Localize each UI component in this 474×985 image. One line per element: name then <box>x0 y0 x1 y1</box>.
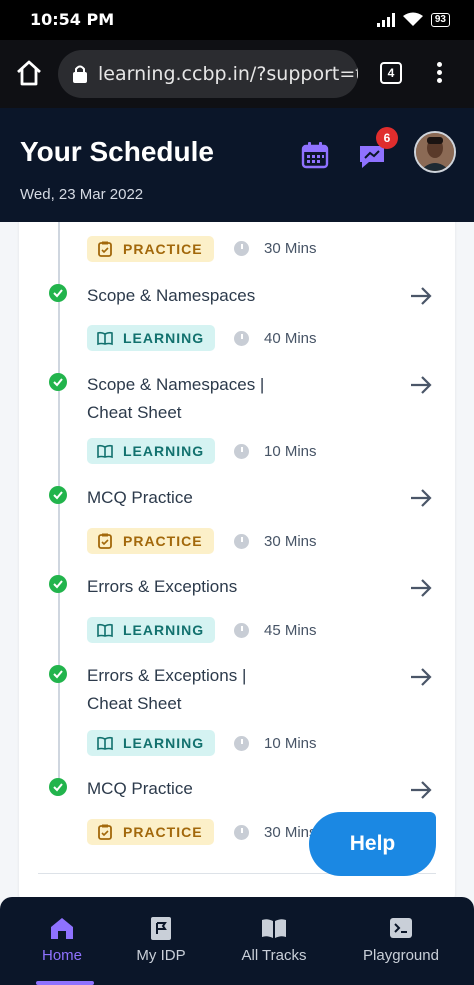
clock-icon <box>234 623 249 638</box>
book-icon <box>97 623 113 638</box>
duration: 45 Mins <box>234 622 317 639</box>
tag-practice: PRACTICE <box>87 528 214 554</box>
completed-check-icon <box>49 284 67 302</box>
signal-icon <box>376 12 395 27</box>
bottom-nav: Home My IDP All Tracks Playground <box>0 897 474 985</box>
completed-check-icon <box>49 778 67 796</box>
item-title[interactable]: Errors & Exceptions | Cheat Sheet <box>87 662 287 718</box>
arrow-right-icon[interactable] <box>409 286 433 306</box>
item-title[interactable]: Scope & Namespaces <box>87 282 287 310</box>
item-title[interactable]: Scope & Namespaces | Cheat Sheet <box>87 371 287 427</box>
status-time: 10:54 PM <box>30 10 115 29</box>
calendar-icon[interactable] <box>301 141 329 169</box>
duration: 10 Mins <box>234 443 317 460</box>
tag-learning: LEARNING <box>87 438 215 464</box>
clock-icon <box>234 736 249 751</box>
duration: 30 Mins <box>234 533 317 550</box>
item-title[interactable]: Errors & Exceptions <box>87 573 287 601</box>
schedule-date: Wed, 23 Mar 2022 <box>20 186 144 203</box>
status-bar: 10:54 PM 93 <box>0 0 474 40</box>
completed-check-icon <box>49 665 67 683</box>
tag-practice: PRACTICE <box>87 819 214 845</box>
arrow-right-icon[interactable] <box>409 375 433 395</box>
home-icon <box>51 918 73 939</box>
browser-menu-icon[interactable] <box>432 60 446 86</box>
home-browser-icon[interactable] <box>14 58 44 88</box>
clock-icon <box>234 444 249 459</box>
book-icon <box>262 919 286 938</box>
tag-learning: LEARNING <box>87 730 215 756</box>
arrow-right-icon[interactable] <box>409 667 433 687</box>
wifi-icon <box>402 12 423 26</box>
status-icons: 93 <box>376 12 450 27</box>
book-icon <box>97 331 113 346</box>
notification-badge: 6 <box>376 127 398 149</box>
item-title[interactable]: MCQ Practice <box>87 484 287 512</box>
item-title[interactable]: MCQ Practice <box>87 775 287 803</box>
arrow-right-icon[interactable] <box>409 780 433 800</box>
battery-level: 93 <box>430 12 450 27</box>
arrow-right-icon[interactable] <box>409 488 433 508</box>
clipboard-icon <box>98 824 112 840</box>
browser-toolbar: learning.ccbp.in/?support=t 4 <box>0 40 474 108</box>
completed-check-icon <box>49 486 67 504</box>
completed-check-icon <box>49 575 67 593</box>
book-icon <box>97 444 113 459</box>
help-button[interactable]: Help <box>309 812 436 876</box>
clipboard-icon <box>98 533 112 549</box>
duration: 10 Mins <box>234 735 317 752</box>
terminal-icon <box>390 918 412 938</box>
clock-icon <box>234 825 249 840</box>
schedule-content: PRACTICE 30 Mins Scope & Namespaces LEAR… <box>0 222 474 897</box>
address-bar[interactable]: learning.ccbp.in/?support=t <box>58 50 358 98</box>
arrow-right-icon[interactable] <box>409 578 433 598</box>
idp-icon <box>151 917 171 940</box>
clipboard-icon <box>98 241 112 257</box>
avatar[interactable] <box>414 131 456 173</box>
active-indicator <box>36 981 94 985</box>
nav-item-playground[interactable]: Playground <box>342 897 460 985</box>
lock-icon <box>73 65 87 83</box>
duration: 40 Mins <box>234 330 317 347</box>
tab-count-button[interactable]: 4 <box>380 62 402 84</box>
completed-check-icon <box>49 373 67 391</box>
nav-item-my-idp[interactable]: My IDP <box>102 897 220 985</box>
clock-icon <box>234 331 249 346</box>
tag-learning: LEARNING <box>87 325 215 351</box>
nav-item-all-tracks[interactable]: All Tracks <box>215 897 333 985</box>
book-icon <box>97 736 113 751</box>
clock-icon <box>234 241 249 256</box>
app-header: Your Schedule Wed, 23 Mar 2022 6 <box>0 108 474 222</box>
duration: 30 Mins <box>234 824 317 841</box>
clock-icon <box>234 534 249 549</box>
duration: 30 Mins <box>234 240 317 257</box>
page-title: Your Schedule <box>20 136 214 167</box>
tag-learning: LEARNING <box>87 617 215 643</box>
url-text: learning.ccbp.in/?support=t <box>98 63 358 85</box>
tag-practice: PRACTICE <box>87 236 214 262</box>
